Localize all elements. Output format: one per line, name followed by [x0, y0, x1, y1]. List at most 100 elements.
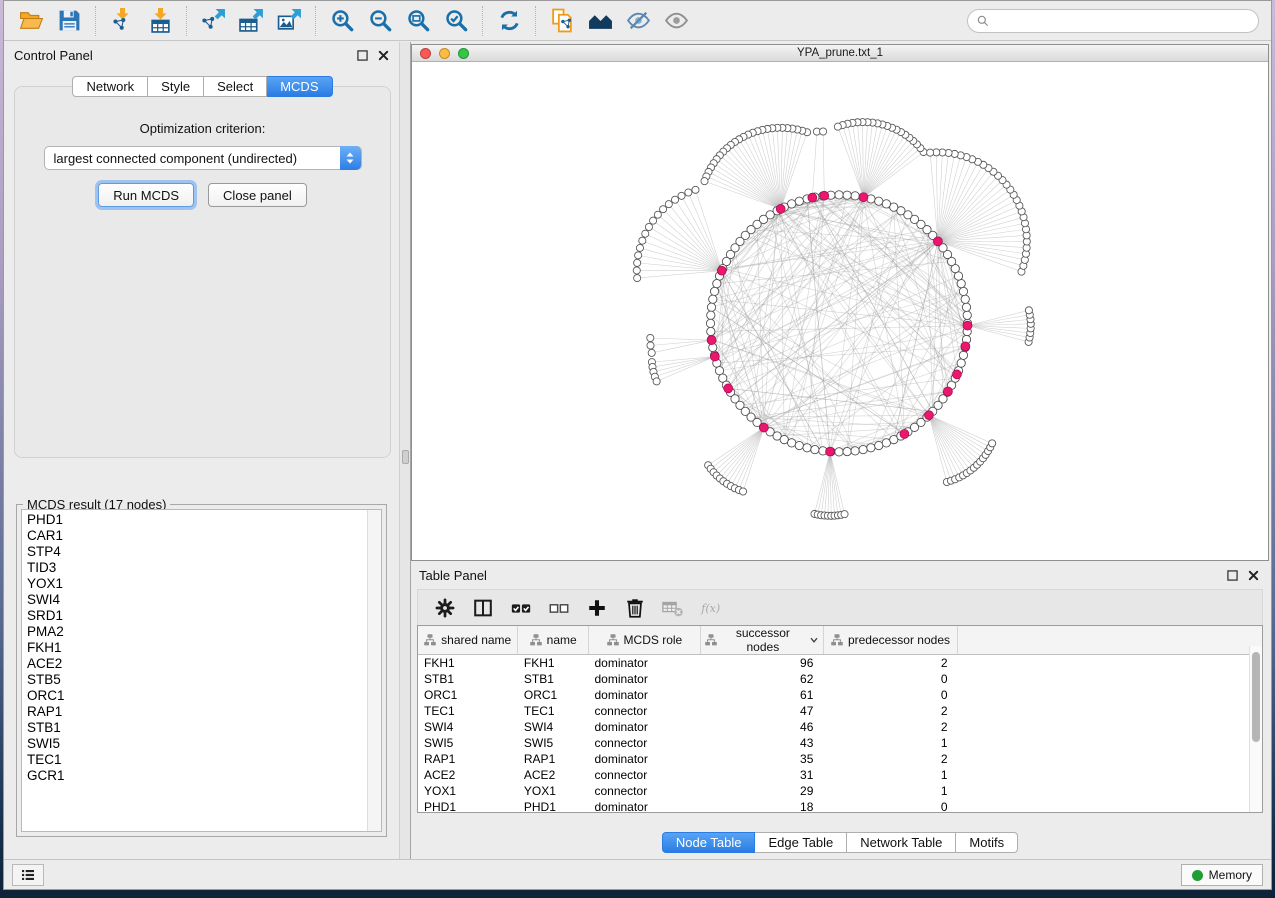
- table-cell[interactable]: SWI5: [518, 735, 589, 751]
- table-cell[interactable]: connector: [588, 767, 700, 783]
- graph-node[interactable]: [859, 445, 867, 453]
- graph-mcds-node[interactable]: [826, 447, 835, 456]
- graph-leaf-node[interactable]: [634, 275, 641, 282]
- export-table-button[interactable]: [232, 5, 270, 37]
- graph-leaf-node[interactable]: [650, 217, 657, 224]
- graph-mcds-node[interactable]: [707, 336, 716, 345]
- graph-node[interactable]: [957, 359, 965, 367]
- graph-leaf-node[interactable]: [834, 123, 841, 130]
- graph-node[interactable]: [851, 192, 859, 200]
- tab-node-table[interactable]: Node Table: [662, 832, 756, 853]
- mcds-result-item[interactable]: TID3: [22, 560, 381, 576]
- table-cell[interactable]: dominator: [588, 751, 700, 767]
- unselect-all-columns-button[interactable]: [542, 593, 576, 623]
- graph-leaf-node[interactable]: [654, 211, 661, 218]
- column-header-predecessor-nodes[interactable]: predecessor nodes: [823, 626, 957, 655]
- mcds-result-item[interactable]: TEC1: [22, 752, 381, 768]
- graph-mcds-node[interactable]: [933, 237, 942, 246]
- graph-leaf-node[interactable]: [653, 378, 660, 385]
- graph-node[interactable]: [959, 287, 967, 295]
- graph-leaf-node[interactable]: [660, 206, 667, 213]
- table-cell[interactable]: 61: [700, 687, 823, 703]
- graph-node[interactable]: [867, 444, 875, 452]
- tab-network-table[interactable]: Network Table: [847, 832, 956, 853]
- mcds-result-item[interactable]: RAP1: [22, 704, 381, 720]
- import-network-button[interactable]: [103, 5, 141, 37]
- table-cell[interactable]: connector: [588, 783, 700, 799]
- graph-leaf-node[interactable]: [678, 192, 685, 199]
- tab-network[interactable]: Network: [72, 76, 148, 97]
- table-cell[interactable]: PHD1: [518, 799, 589, 814]
- show-all-button[interactable]: [657, 5, 695, 37]
- graph-leaf-node[interactable]: [739, 488, 746, 495]
- graph-node[interactable]: [882, 200, 890, 208]
- table-cell[interactable]: 62: [700, 671, 823, 687]
- graph-node[interactable]: [963, 311, 971, 319]
- optimization-criterion-select[interactable]: largest connected component (undirected): [44, 146, 362, 170]
- mcds-result-item[interactable]: SRD1: [22, 608, 381, 624]
- export-network-button[interactable]: [194, 5, 232, 37]
- table-cell[interactable]: ORC1: [518, 687, 589, 703]
- function-builder-button[interactable]: f(x): [694, 593, 728, 623]
- node-table[interactable]: shared namenameMCDS rolesuccessor nodesp…: [417, 625, 1263, 813]
- graph-leaf-node[interactable]: [671, 196, 678, 203]
- table-row[interactable]: SWI4SWI4dominator462: [418, 719, 1262, 735]
- table-row[interactable]: STB1STB1dominator620: [418, 671, 1262, 687]
- table-row[interactable]: ORC1ORC1dominator610: [418, 687, 1262, 703]
- graph-leaf-node[interactable]: [648, 349, 655, 356]
- zoom-out-button[interactable]: [361, 5, 399, 37]
- table-cell[interactable]: dominator: [588, 655, 700, 671]
- show-columns-button[interactable]: [466, 593, 500, 623]
- table-cell[interactable]: dominator: [588, 799, 700, 814]
- table-cell[interactable]: ORC1: [418, 687, 518, 703]
- graph-leaf-node[interactable]: [636, 244, 643, 251]
- table-cell[interactable]: 2: [823, 655, 957, 671]
- table-cell[interactable]: RAP1: [418, 751, 518, 767]
- graph-node[interactable]: [707, 327, 715, 335]
- graph-node[interactable]: [875, 197, 883, 205]
- table-cell[interactable]: 35: [700, 751, 823, 767]
- close-table-panel-icon[interactable]: [1246, 568, 1261, 583]
- graph-mcds-node[interactable]: [925, 411, 934, 420]
- mcds-result-item[interactable]: CAR1: [22, 528, 381, 544]
- column-header-name[interactable]: name: [518, 626, 589, 655]
- graph-node[interactable]: [959, 351, 967, 359]
- graph-node[interactable]: [811, 445, 819, 453]
- table-cell[interactable]: 43: [700, 735, 823, 751]
- float-table-panel-icon[interactable]: [1225, 568, 1240, 583]
- mcds-result-item[interactable]: YOX1: [22, 576, 381, 592]
- table-cell[interactable]: STB1: [518, 671, 589, 687]
- graph-node[interactable]: [835, 191, 843, 199]
- table-row[interactable]: FKH1FKH1dominator962: [418, 655, 1262, 671]
- graph-node[interactable]: [875, 441, 883, 449]
- graph-leaf-node[interactable]: [989, 440, 996, 447]
- table-settings-button[interactable]: [428, 593, 462, 623]
- mcds-result-item[interactable]: PMA2: [22, 624, 381, 640]
- table-cell[interactable]: 18: [700, 799, 823, 814]
- graph-node[interactable]: [795, 197, 803, 205]
- table-cell[interactable]: 2: [823, 703, 957, 719]
- mcds-list-scrollbar[interactable]: [367, 510, 381, 831]
- graph-mcds-node[interactable]: [808, 193, 817, 202]
- graph-mcds-node[interactable]: [776, 204, 785, 213]
- close-panel-icon[interactable]: [376, 48, 391, 63]
- mcds-result-item[interactable]: FKH1: [22, 640, 381, 656]
- delete-table-button[interactable]: [656, 593, 690, 623]
- table-cell[interactable]: dominator: [588, 687, 700, 703]
- table-cell[interactable]: 2: [823, 751, 957, 767]
- table-cell[interactable]: connector: [588, 703, 700, 719]
- tab-motifs[interactable]: Motifs: [956, 832, 1018, 853]
- graph-node[interactable]: [707, 303, 715, 311]
- maximize-window-icon[interactable]: [458, 48, 469, 59]
- graph-mcds-node[interactable]: [710, 352, 719, 361]
- graph-node[interactable]: [803, 444, 811, 452]
- table-cell[interactable]: 0: [823, 799, 957, 814]
- column-header-successor-nodes[interactable]: successor nodes: [700, 626, 823, 655]
- table-cell[interactable]: 1: [823, 783, 957, 799]
- graph-leaf-node[interactable]: [647, 342, 654, 349]
- graph-node[interactable]: [843, 191, 851, 199]
- create-column-button[interactable]: [580, 593, 614, 623]
- graph-mcds-node[interactable]: [900, 430, 909, 439]
- table-cell[interactable]: ACE2: [418, 767, 518, 783]
- minimize-window-icon[interactable]: [439, 48, 450, 59]
